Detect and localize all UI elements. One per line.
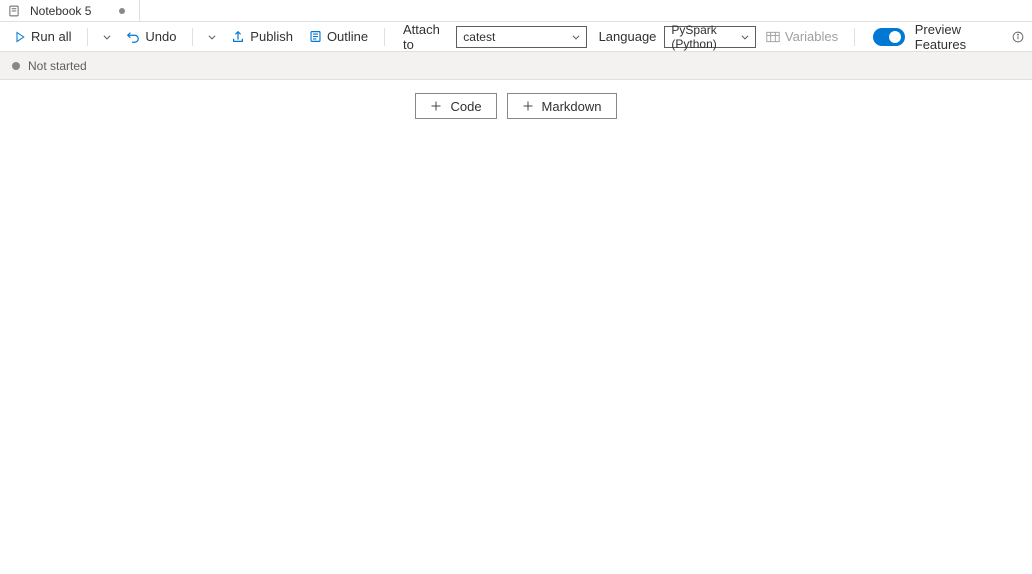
outline-label: Outline	[327, 29, 368, 44]
language-label: Language	[591, 29, 661, 44]
toolbar: Run all Undo Publish	[0, 22, 1032, 52]
notebook-icon	[8, 5, 20, 17]
preview-features-toggle[interactable]	[873, 28, 905, 46]
variables-label: Variables	[785, 29, 838, 44]
publish-label: Publish	[250, 29, 293, 44]
add-markdown-button[interactable]: Markdown	[507, 93, 617, 119]
preview-features-label: Preview Features	[909, 22, 1008, 52]
outline-icon	[309, 30, 322, 43]
toggle-knob	[889, 31, 901, 43]
attach-to-select[interactable]: catest	[456, 26, 586, 48]
variables-button[interactable]: Variables	[760, 26, 844, 47]
status-bar: Not started	[0, 52, 1032, 80]
language-value: PySpark (Python)	[671, 23, 735, 51]
separator	[384, 28, 385, 46]
chevron-down-icon	[740, 32, 750, 42]
attach-to-value: catest	[463, 30, 495, 44]
language-select[interactable]: PySpark (Python)	[664, 26, 756, 48]
play-icon	[14, 31, 26, 43]
separator	[87, 28, 88, 46]
separator	[854, 28, 855, 46]
run-all-label: Run all	[31, 29, 71, 44]
undo-label: Undo	[145, 29, 176, 44]
separator	[192, 28, 193, 46]
status-dot-icon	[12, 62, 20, 70]
tab-title: Notebook 5	[30, 4, 91, 18]
undo-dropdown[interactable]	[203, 29, 221, 45]
undo-icon	[126, 30, 140, 44]
undo-button[interactable]: Undo	[120, 26, 182, 47]
status-text: Not started	[28, 59, 87, 73]
tab-notebook[interactable]: Notebook 5	[0, 0, 140, 21]
chevron-down-icon	[571, 32, 581, 42]
add-code-label: Code	[450, 99, 481, 114]
content-area: Code Markdown	[0, 80, 1032, 119]
tab-bar: Notebook 5	[0, 0, 1032, 22]
variables-icon	[766, 31, 780, 43]
publish-button[interactable]: Publish	[225, 26, 299, 47]
run-all-dropdown[interactable]	[98, 29, 116, 45]
publish-icon	[231, 30, 245, 44]
run-all-button[interactable]: Run all	[8, 26, 77, 47]
plus-icon	[430, 100, 442, 112]
plus-icon	[522, 100, 534, 112]
add-markdown-label: Markdown	[542, 99, 602, 114]
add-code-button[interactable]: Code	[415, 93, 496, 119]
attach-to-label: Attach to	[395, 22, 452, 52]
dirty-indicator-icon	[119, 8, 125, 14]
outline-button[interactable]: Outline	[303, 26, 374, 47]
info-icon[interactable]	[1012, 31, 1024, 43]
